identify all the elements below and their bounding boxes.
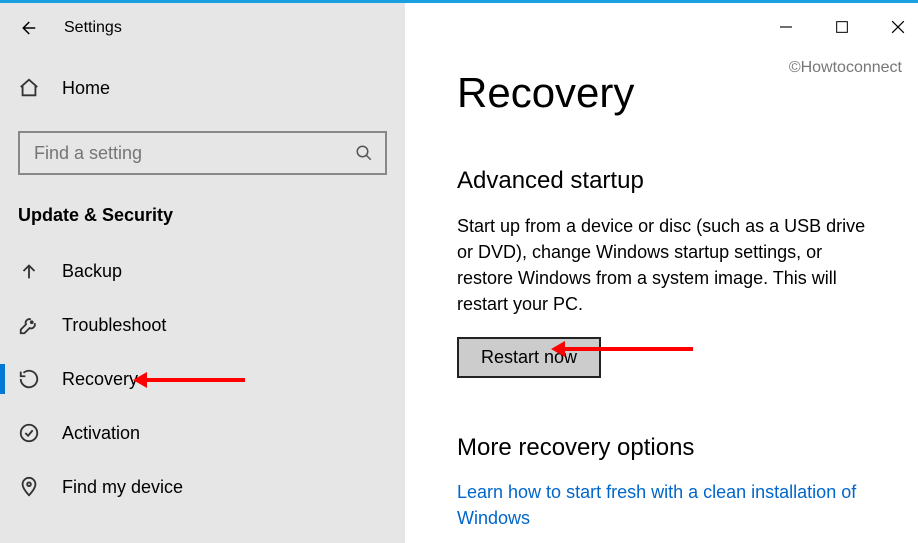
find-device-icon bbox=[18, 476, 40, 498]
back-icon[interactable] bbox=[18, 19, 36, 37]
recovery-icon bbox=[18, 368, 40, 390]
section-advanced-startup-head: Advanced startup bbox=[457, 167, 882, 195]
nav-item-label: Find my device bbox=[62, 477, 183, 498]
troubleshoot-icon bbox=[18, 314, 40, 336]
maximize-button[interactable] bbox=[828, 13, 856, 41]
home-icon bbox=[18, 77, 40, 99]
fresh-start-link[interactable]: Learn how to start fresh with a clean in… bbox=[457, 480, 882, 530]
section-more-recovery-head: More recovery options bbox=[457, 434, 882, 462]
minimize-button[interactable] bbox=[772, 13, 800, 41]
nav-home[interactable]: Home bbox=[12, 67, 393, 109]
nav-item-troubleshoot[interactable]: Troubleshoot bbox=[12, 298, 393, 352]
close-button[interactable] bbox=[884, 13, 912, 41]
nav-home-label: Home bbox=[62, 78, 110, 99]
category-header: Update & Security bbox=[18, 205, 387, 226]
search-icon bbox=[355, 144, 373, 162]
window-title: Settings bbox=[64, 19, 122, 37]
search-field[interactable] bbox=[18, 131, 387, 175]
annotation-arrow-restart bbox=[563, 347, 693, 351]
nav-item-label: Activation bbox=[62, 423, 140, 444]
nav-item-label: Recovery bbox=[62, 369, 138, 390]
backup-icon bbox=[18, 260, 40, 282]
nav-item-backup[interactable]: Backup bbox=[12, 244, 393, 298]
restart-now-button[interactable]: Restart now bbox=[457, 337, 601, 378]
content-pane: ©Howtoconnect Recovery Advanced startup … bbox=[405, 3, 918, 543]
window-controls bbox=[772, 13, 912, 41]
section-advanced-startup-body: Start up from a device or disc (such as … bbox=[457, 213, 877, 317]
search-input[interactable] bbox=[32, 142, 355, 165]
watermark: ©Howtoconnect bbox=[789, 59, 902, 77]
nav-item-label: Backup bbox=[62, 261, 122, 282]
settings-sidebar: Settings Home Update & Security Backup bbox=[0, 3, 405, 543]
nav-item-find-my-device[interactable]: Find my device bbox=[12, 460, 393, 514]
activation-icon bbox=[18, 422, 40, 444]
annotation-arrow-recovery bbox=[145, 378, 245, 382]
nav-item-label: Troubleshoot bbox=[62, 315, 166, 336]
nav-item-activation[interactable]: Activation bbox=[12, 406, 393, 460]
